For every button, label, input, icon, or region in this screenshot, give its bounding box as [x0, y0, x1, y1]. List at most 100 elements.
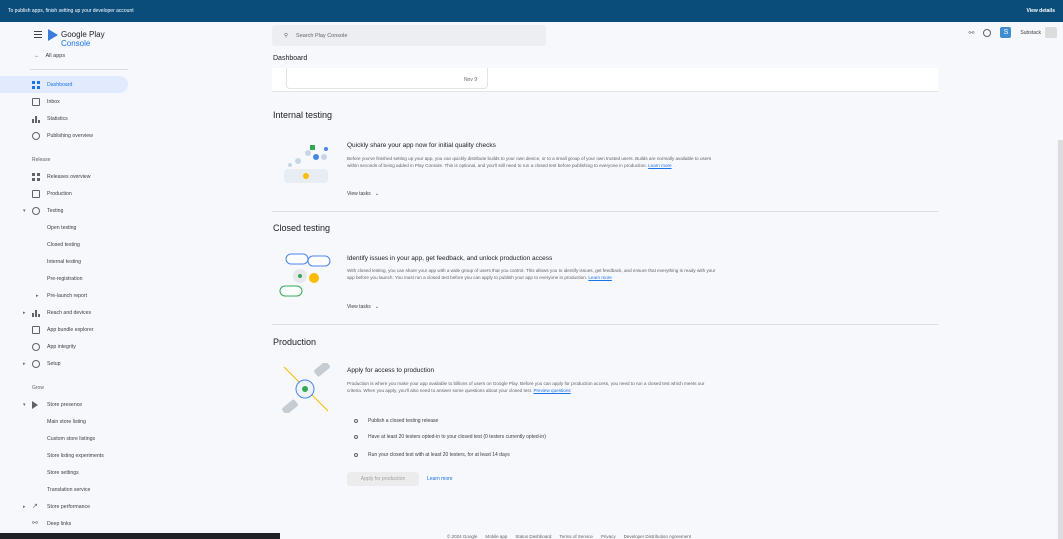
view-tasks-button[interactable]: View tasks ⌄ — [347, 304, 379, 310]
sidebar-item-label: Production — [47, 190, 72, 197]
learn-more-link[interactable]: Learn more — [648, 163, 672, 168]
sidebar-item-testing[interactable]: ▾ Testing — [0, 202, 132, 219]
sidebar-item-pre-launch-report[interactable]: ▸ Pre-launch report — [0, 287, 132, 304]
sidebar-item-dashboard[interactable]: Dashboard — [0, 76, 128, 93]
chevron-right-icon[interactable]: ▸ — [23, 361, 26, 367]
summary-card: Nov 9 — [272, 68, 938, 92]
task-item: Run your closed test with at least 20 te… — [354, 452, 510, 458]
scrollbar[interactable] — [1058, 140, 1063, 539]
link-icon: ⚯ — [32, 519, 38, 527]
sidebar-item-custom-store-listings[interactable]: Custom store listings — [0, 430, 132, 447]
sidebar-item-internal-testing[interactable]: Internal testing — [0, 253, 132, 270]
link-icon[interactable]: ⚯ — [969, 29, 975, 37]
footer-link[interactable]: Mobile app — [485, 534, 507, 539]
sidebar-item-setup[interactable]: ▸ Setup — [0, 355, 132, 372]
sidebar-item-publishing-overview[interactable]: Publishing overview — [0, 127, 132, 144]
card-date: Nov 9 — [463, 77, 477, 83]
apply-for-production-button[interactable]: Apply for production — [347, 472, 419, 486]
sidebar-item-main-store-listing[interactable]: Main store listing — [0, 413, 132, 430]
sidebar-item-production[interactable]: Production — [0, 185, 132, 202]
sidebar-item-translation-service[interactable]: Translation service — [0, 481, 132, 498]
sidebar-item-store-settings[interactable]: Store settings — [0, 464, 132, 481]
sidebar-item-pre-registration[interactable]: Pre-registration — [0, 270, 132, 287]
sidebar-item-statistics[interactable]: Statistics — [0, 110, 132, 127]
view-details-link[interactable]: View details — [1026, 8, 1055, 14]
internal-testing-description: Before you've finished setting up your a… — [347, 156, 712, 169]
sidebar-item-label: Statistics — [47, 115, 68, 122]
sidebar-item-label: App integrity — [47, 343, 76, 350]
divider — [272, 324, 938, 325]
learn-more-link[interactable]: Learn more — [588, 275, 612, 280]
app-icon — [1045, 27, 1057, 38]
chevron-right-icon[interactable]: ▸ — [23, 504, 26, 510]
sidebar-item-label: Dashboard — [47, 81, 73, 88]
sidebar-item-label: Setup — [47, 360, 61, 367]
internal-testing-section: Internal testing Quickly share your app … — [272, 103, 938, 213]
sidebar-item-label: Reach and devices — [47, 309, 92, 316]
footer-link[interactable]: Status Dashboard — [515, 534, 551, 539]
divider — [30, 69, 128, 70]
publishing-overview-icon — [32, 131, 40, 140]
search-icon: ⚲ — [284, 32, 289, 39]
sidebar-item-label: Pre-launch report — [47, 292, 88, 299]
sidebar-item-closed-testing[interactable]: Closed testing — [0, 236, 132, 253]
sidebar-item-store-presence[interactable]: ▾ Store presence — [0, 396, 132, 413]
sidebar-item-label: Custom store listings — [47, 435, 96, 442]
release-section-label: Release — [32, 157, 51, 163]
sidebar-item-label: Publishing overview — [47, 132, 93, 139]
footer-link[interactable]: Terms of Service — [559, 534, 593, 539]
sidebar-item-label: Store listing experiments — [47, 452, 104, 459]
store-presence-icon — [32, 400, 38, 409]
chevron-right-icon[interactable]: ▸ — [23, 310, 26, 316]
sidebar-item-open-testing[interactable]: Open testing — [0, 219, 132, 236]
sidebar-item-store-performance[interactable]: ▸ ↗ Store performance — [0, 498, 132, 515]
circle-icon — [354, 419, 358, 423]
page-title: Dashboard — [273, 55, 308, 62]
sidebar-item-label: Releases overview — [47, 173, 91, 180]
help-icon[interactable] — [983, 28, 992, 37]
sidebar-item-store-listing-experiments[interactable]: Store listing experiments — [0, 447, 132, 464]
statistics-icon — [32, 114, 40, 123]
task-label: Publish a closed testing release — [368, 418, 439, 424]
all-apps-link[interactable]: ← All apps — [34, 53, 65, 59]
search-bar[interactable]: ⚲ Search Play Console — [272, 25, 546, 46]
chevron-right-icon[interactable]: ▸ — [36, 293, 39, 299]
chevron-down-icon[interactable]: ▾ — [23, 402, 26, 408]
gear-icon — [32, 359, 40, 368]
chevron-down-icon[interactable]: ▾ — [23, 208, 26, 214]
sidebar-item-label: Translation service — [47, 486, 91, 493]
sidebar-item-releases-overview[interactable]: Releases overview — [0, 168, 132, 185]
sidebar-item-label: Deep links — [47, 520, 72, 527]
divider — [272, 211, 938, 212]
sidebar-item-app-integrity[interactable]: App integrity — [0, 338, 132, 355]
preview-questions-link[interactable]: Preview questions — [533, 388, 570, 393]
sidebar-item-app-bundle-explorer[interactable]: App bundle explorer — [0, 321, 132, 338]
brand-title[interactable]: Google Play Console — [61, 30, 132, 48]
play-logo-icon — [48, 29, 58, 41]
releases-overview-icon — [32, 172, 40, 181]
production-title: Production — [273, 337, 317, 347]
search-input[interactable]: Search Play Console — [296, 33, 347, 39]
chevron-down-icon: ⌄ — [374, 304, 380, 310]
production-section: Production Apply for access to productio… — [272, 327, 938, 497]
task-label: Have at least 20 testers opted-in to you… — [368, 434, 546, 440]
footer-link[interactable]: Privacy — [601, 534, 616, 539]
sidebar-item-label: Store settings — [47, 469, 79, 476]
sidebar-item-deep-links[interactable]: ⚯ Deep links — [0, 515, 132, 532]
closed-testing-title: Closed testing — [273, 223, 331, 233]
sidebar-item-inbox[interactable]: Inbox — [0, 93, 132, 110]
footer-link[interactable]: Developer Distribution Agreement — [624, 534, 691, 539]
back-arrow-icon: ← — [34, 53, 40, 59]
right-panel — [944, 48, 1063, 539]
task-item: Publish a closed testing release — [354, 418, 438, 424]
menu-icon[interactable] — [34, 31, 42, 38]
learn-more-link[interactable]: Learn more — [427, 476, 453, 482]
sidebar-item-reach-and-devices[interactable]: ▸ Reach and devices — [0, 304, 132, 321]
view-tasks-button[interactable]: View tasks ⌄ — [347, 191, 379, 197]
all-apps-label: All apps — [45, 53, 66, 59]
avatar[interactable]: S — [1000, 27, 1012, 38]
app-name: Substack — [1020, 29, 1041, 36]
banner-message: To publish apps, finish setting up your … — [8, 8, 134, 14]
circle-icon — [354, 435, 358, 439]
app-chip[interactable]: Substack — [1020, 27, 1057, 38]
